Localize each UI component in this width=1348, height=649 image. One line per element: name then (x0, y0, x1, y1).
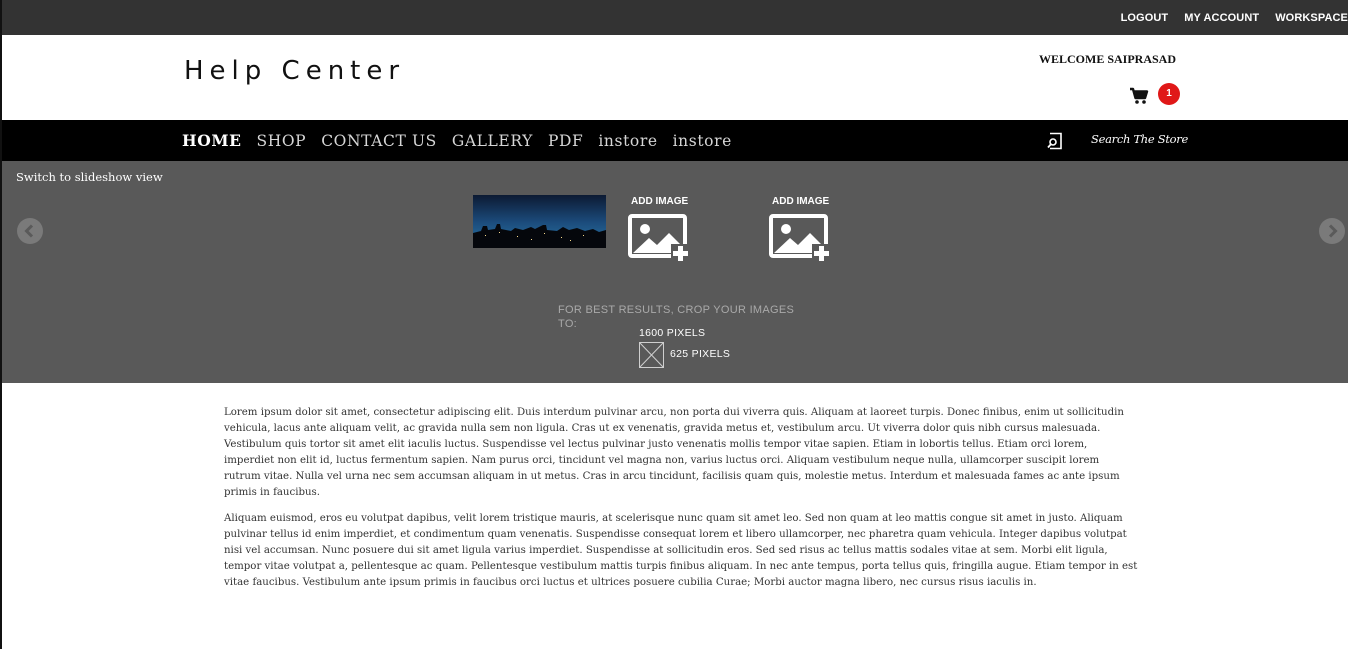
add-image-icon (628, 214, 690, 263)
search-input[interactable]: Search The Store (1091, 132, 1188, 146)
welcome-message: WELCOME SAIPRASAD (1039, 52, 1177, 66)
cart-icon (1130, 87, 1149, 104)
height-hint: 625 PIXELS (670, 348, 731, 360)
workspace-link[interactable]: WORKSPACE (1275, 12, 1348, 24)
city-night-image (473, 195, 606, 248)
slideshow-panel: Switch to slideshow view ADD IMAGE ADD I… (2, 161, 1348, 383)
page-content: Lorem ipsum dolor sit amet, consectetur … (224, 405, 1139, 600)
account-links: LOGOUT MY ACCOUNT WORKSPACE (1105, 0, 1348, 35)
add-image-button[interactable]: ADD IMAGE (627, 196, 697, 272)
nav-item-instore-2[interactable]: instore (673, 132, 732, 150)
add-image-label: ADD IMAGE (631, 196, 689, 207)
main-nav: HOME SHOP CONTACT US GALLERY PDF instore… (2, 120, 1348, 161)
nav-item-home[interactable]: HOME (182, 131, 242, 150)
crop-dimension-icon (639, 342, 664, 368)
nav-items: HOME SHOP CONTACT US GALLERY PDF instore… (182, 120, 747, 161)
top-bar: LOGOUT MY ACCOUNT WORKSPACE (2, 0, 1348, 35)
nav-item-instore[interactable]: instore (598, 132, 657, 150)
switch-slideshow-link[interactable]: Switch to slideshow view (16, 170, 163, 184)
add-image-button-2[interactable]: ADD IMAGE (768, 196, 838, 272)
logout-link[interactable]: LOGOUT (1121, 12, 1169, 24)
my-account-link[interactable]: MY ACCOUNT (1184, 12, 1259, 24)
nav-item-contact-us[interactable]: CONTACT US (321, 132, 437, 150)
next-slide-button[interactable] (1319, 218, 1345, 244)
cart-count-badge: 1 (1158, 83, 1180, 105)
content-paragraph: Aliquam euismod, eros eu volutpat dapibu… (224, 512, 1138, 588)
nav-item-pdf[interactable]: PDF (548, 132, 583, 150)
slide-thumbnail[interactable] (473, 195, 606, 248)
site-header: Help Center WELCOME SAIPRASAD 1 (2, 35, 1348, 120)
search-icon[interactable] (1047, 132, 1063, 150)
prev-slide-button[interactable] (17, 218, 43, 244)
chevron-right-icon (1328, 224, 1338, 238)
page: LOGOUT MY ACCOUNT WORKSPACE Help Center … (0, 0, 1348, 649)
width-hint: 1600 PIXELS (639, 327, 706, 339)
chevron-left-icon (24, 224, 34, 238)
add-image-label-2: ADD IMAGE (772, 196, 830, 207)
nav-item-gallery[interactable]: GALLERY (452, 132, 533, 150)
site-title[interactable]: Help Center (184, 56, 405, 86)
add-image-icon (769, 214, 831, 263)
nav-item-shop[interactable]: SHOP (257, 132, 307, 150)
cart-button[interactable]: 1 (1129, 83, 1181, 111)
content-paragraph: Lorem ipsum dolor sit amet, consectetur … (224, 407, 1124, 499)
